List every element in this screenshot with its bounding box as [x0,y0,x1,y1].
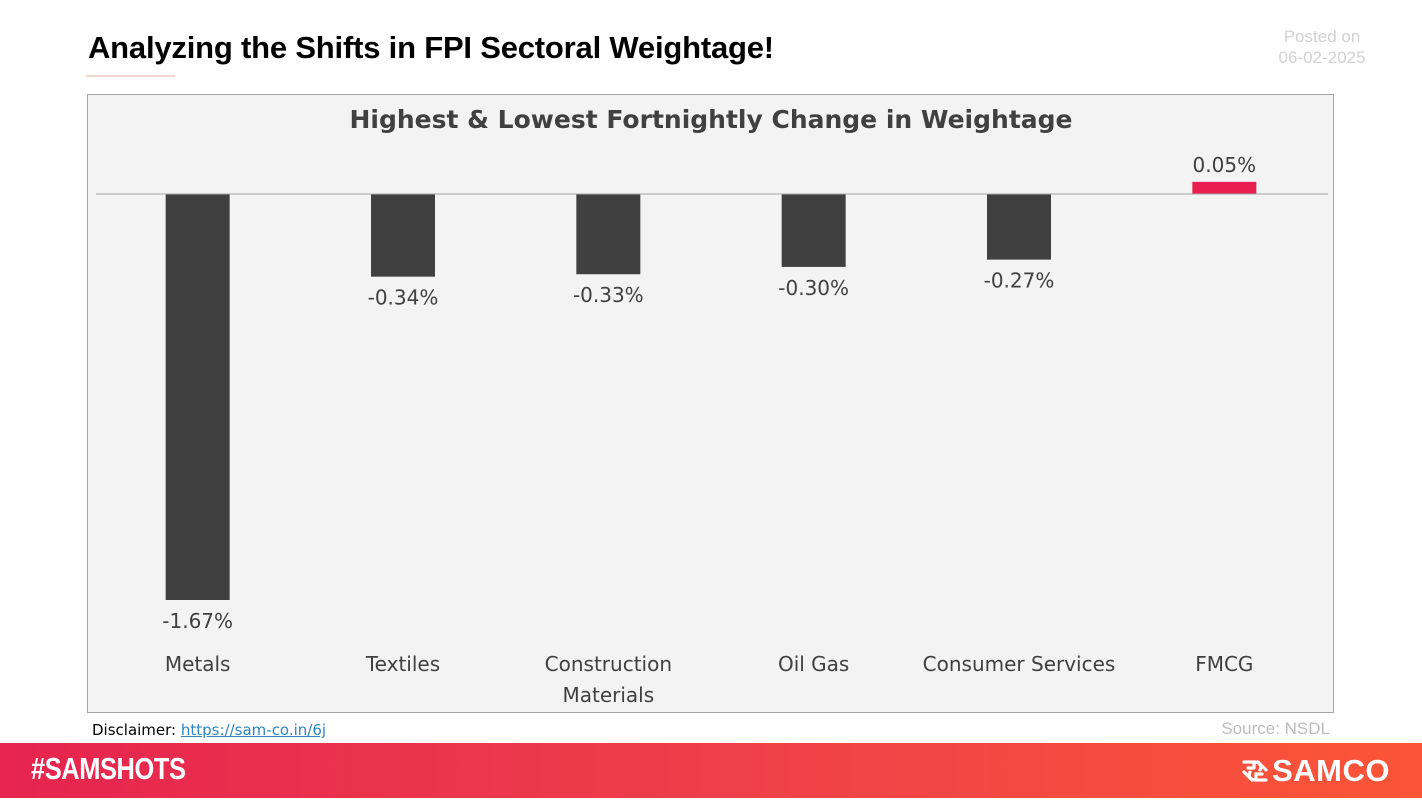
data-label: -0.30% [778,276,849,300]
chart-area: Highest & Lowest Fortnightly Change in W… [87,94,1334,713]
bar-fmcg [1192,181,1257,194]
posted-label: Posted on [1283,27,1361,46]
data-label: -0.27% [984,269,1055,293]
bar-consumer-services [987,194,1051,260]
brand-name: SAMCO [1272,753,1390,788]
samco-logo[interactable]: SAMCO [1240,753,1390,789]
disclaimer-link[interactable]: https://sam-co.in/6j [181,721,326,739]
source-note: Source: NSDL [1221,719,1330,738]
title-underline [86,75,175,77]
category-label: Materials [562,683,654,707]
category-label: FMCG [1195,652,1253,676]
category-label: Metals [165,652,231,676]
bar-metals [165,194,230,600]
disclaimer-label: Disclaimer: [92,721,177,739]
bar-chart: Highest & Lowest Fortnightly Change in W… [96,105,1328,707]
data-label: -1.67% [162,609,233,633]
category-label: Construction [545,652,672,676]
category-label: Textiles [365,652,440,676]
disclaimer: Disclaimer: https://sam-co.in/6j [92,721,326,739]
posted-date-value: 06-02-2025 [1278,48,1366,67]
category-label: Oil Gas [778,652,849,676]
bar-construction-materials [576,194,641,275]
category-label: Consumer Services [923,652,1116,676]
data-label: -0.33% [573,283,644,307]
samco-logo-icon [1242,760,1268,782]
footer-banner: #SAMSHOTS SAMCO [0,743,1422,798]
data-label: -0.34% [368,286,439,310]
bars-group [165,181,1257,600]
category-labels-group: Metals Textiles Construction Materials Oil G… [165,652,1254,707]
data-label: 0.05% [1193,153,1257,177]
posted-date: Posted on 06-02-2025 [1262,26,1382,68]
bar-textiles [371,194,435,277]
hashtag-samshots: #SAMSHOTS [31,751,186,786]
chart-title: Highest & Lowest Fortnightly Change in W… [350,105,1073,134]
data-labels-group: -1.67% -0.34% -0.33% -0.30% -0.27% 0.05% [162,153,1256,633]
page-title: Analyzing the Shifts in FPI Sectoral Wei… [88,30,774,65]
bar-oil-gas [781,194,846,267]
